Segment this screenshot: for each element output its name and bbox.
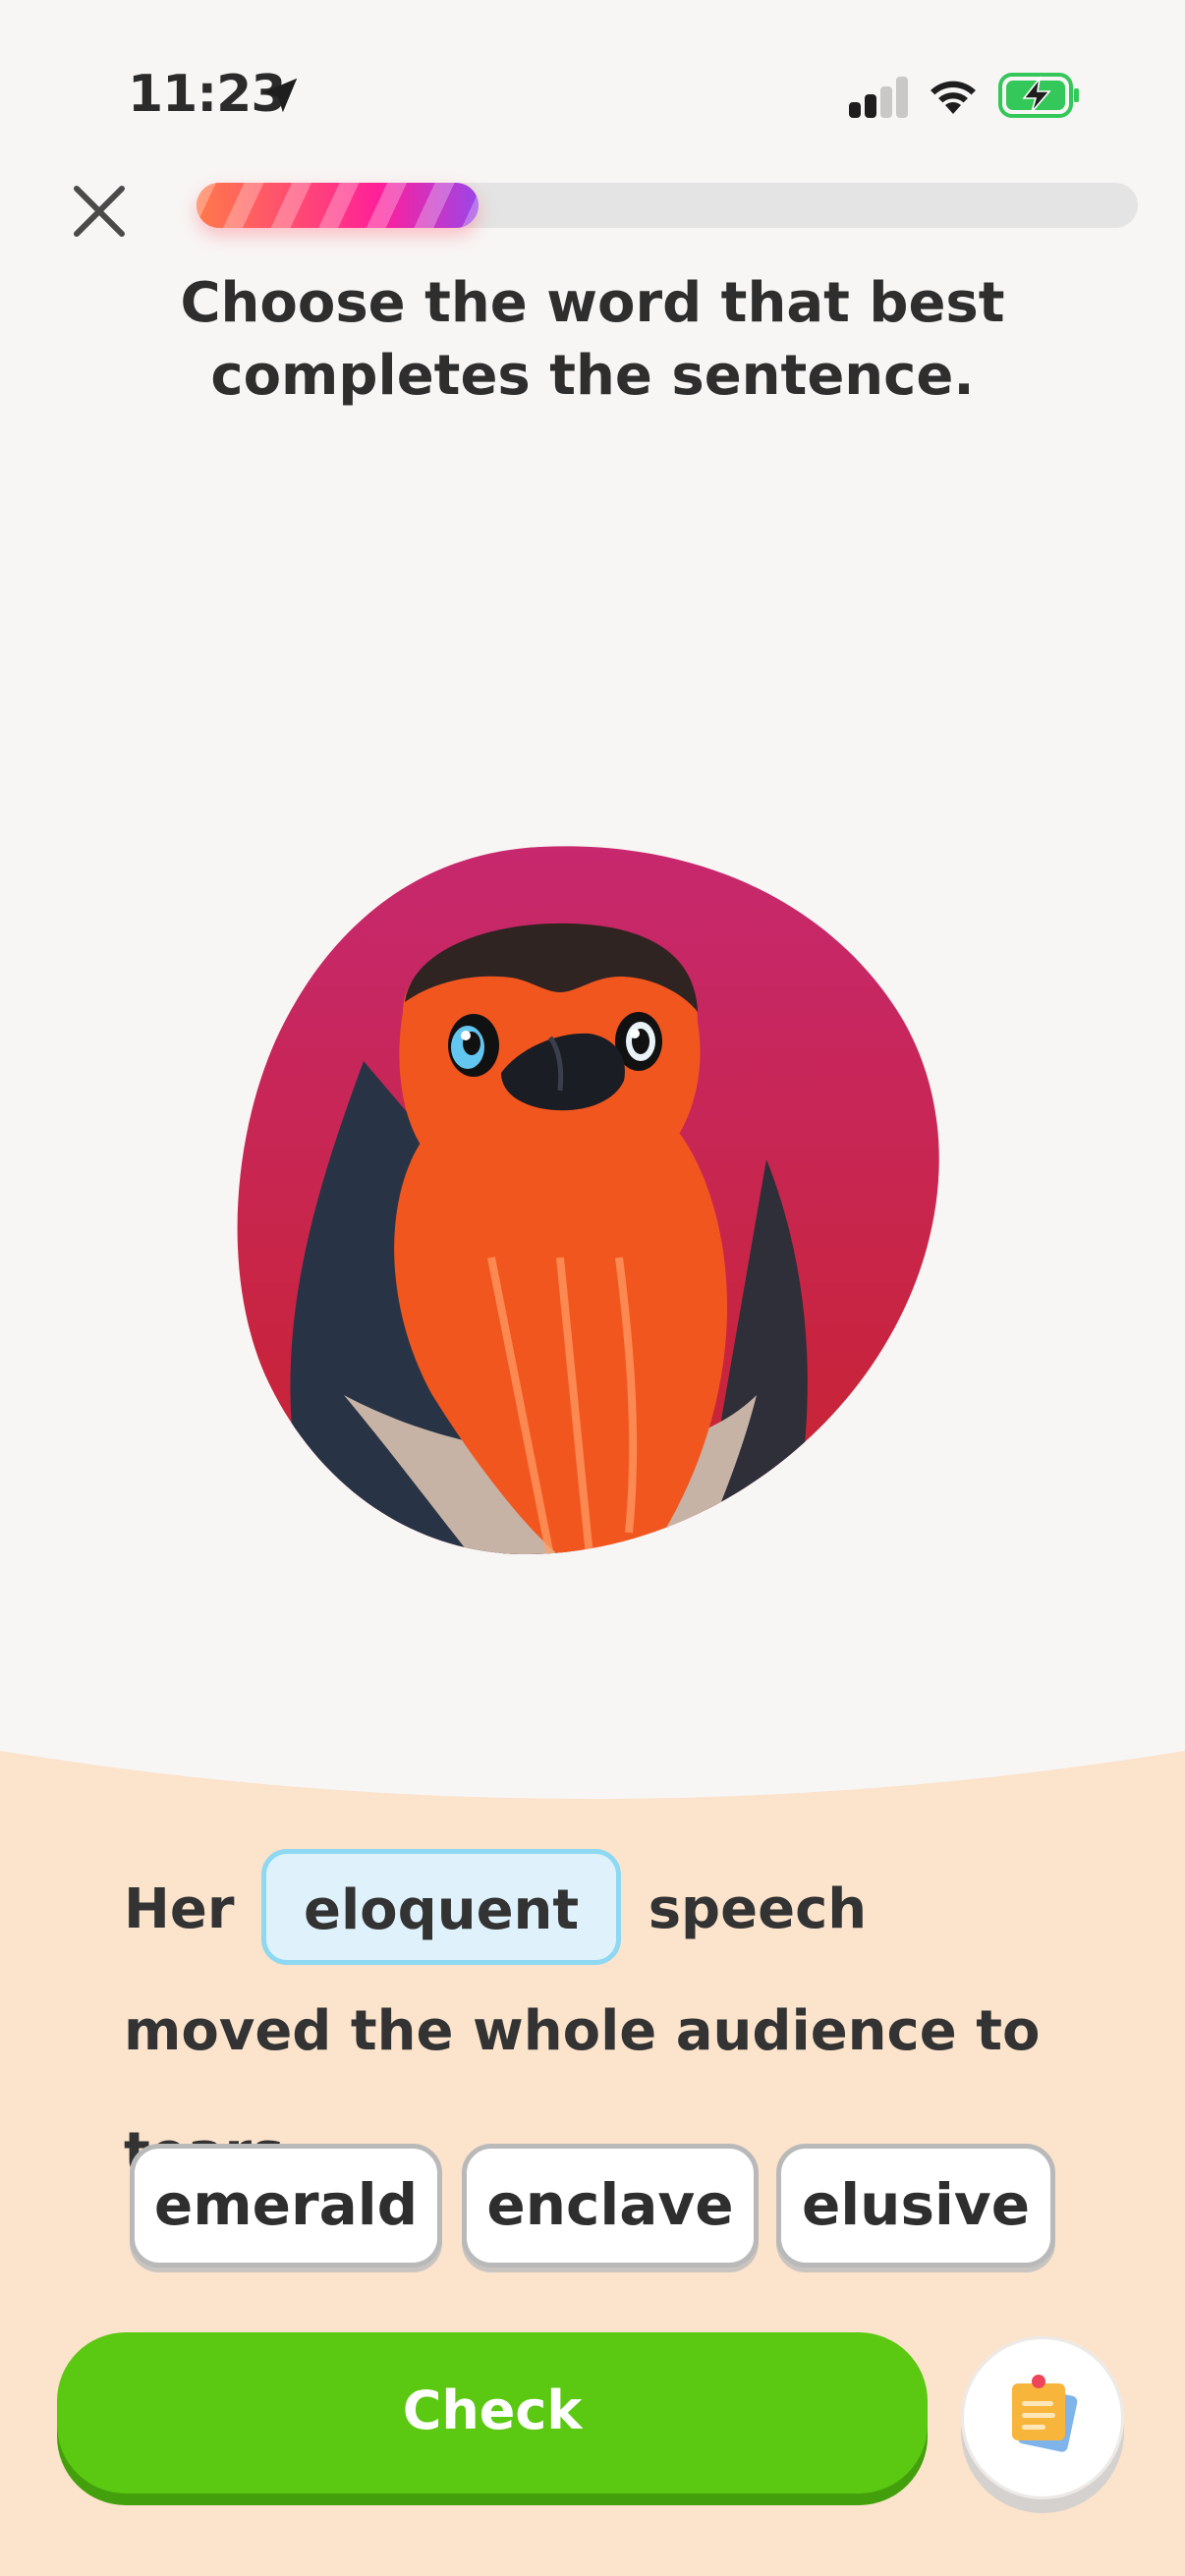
lesson-progress-fill — [197, 183, 480, 228]
bird-illustration — [237, 846, 939, 1555]
choice-enclave[interactable]: enclave — [462, 2144, 759, 2268]
check-button[interactable]: Check — [57, 2332, 928, 2493]
location-arrow-icon — [262, 78, 298, 113]
battery-charging-icon — [998, 73, 1079, 118]
wifi-icon — [931, 81, 976, 114]
sentence-start: Her — [124, 1877, 235, 1941]
notes-button[interactable] — [961, 2336, 1124, 2499]
notes-icon — [1012, 2375, 1078, 2452]
choice-emerald[interactable]: emerald — [130, 2144, 442, 2268]
selected-answer-slot[interactable]: eloquent — [260, 1849, 622, 1965]
cellular-signal-icon — [849, 77, 908, 118]
word-bank: emerald enclave elusive — [0, 2144, 1185, 2268]
lesson-progress-bar — [197, 183, 1138, 228]
choice-elusive[interactable]: elusive — [776, 2144, 1055, 2268]
close-icon[interactable] — [65, 177, 134, 246]
question-prompt: Choose the word that best completes the … — [180, 271, 1005, 408]
